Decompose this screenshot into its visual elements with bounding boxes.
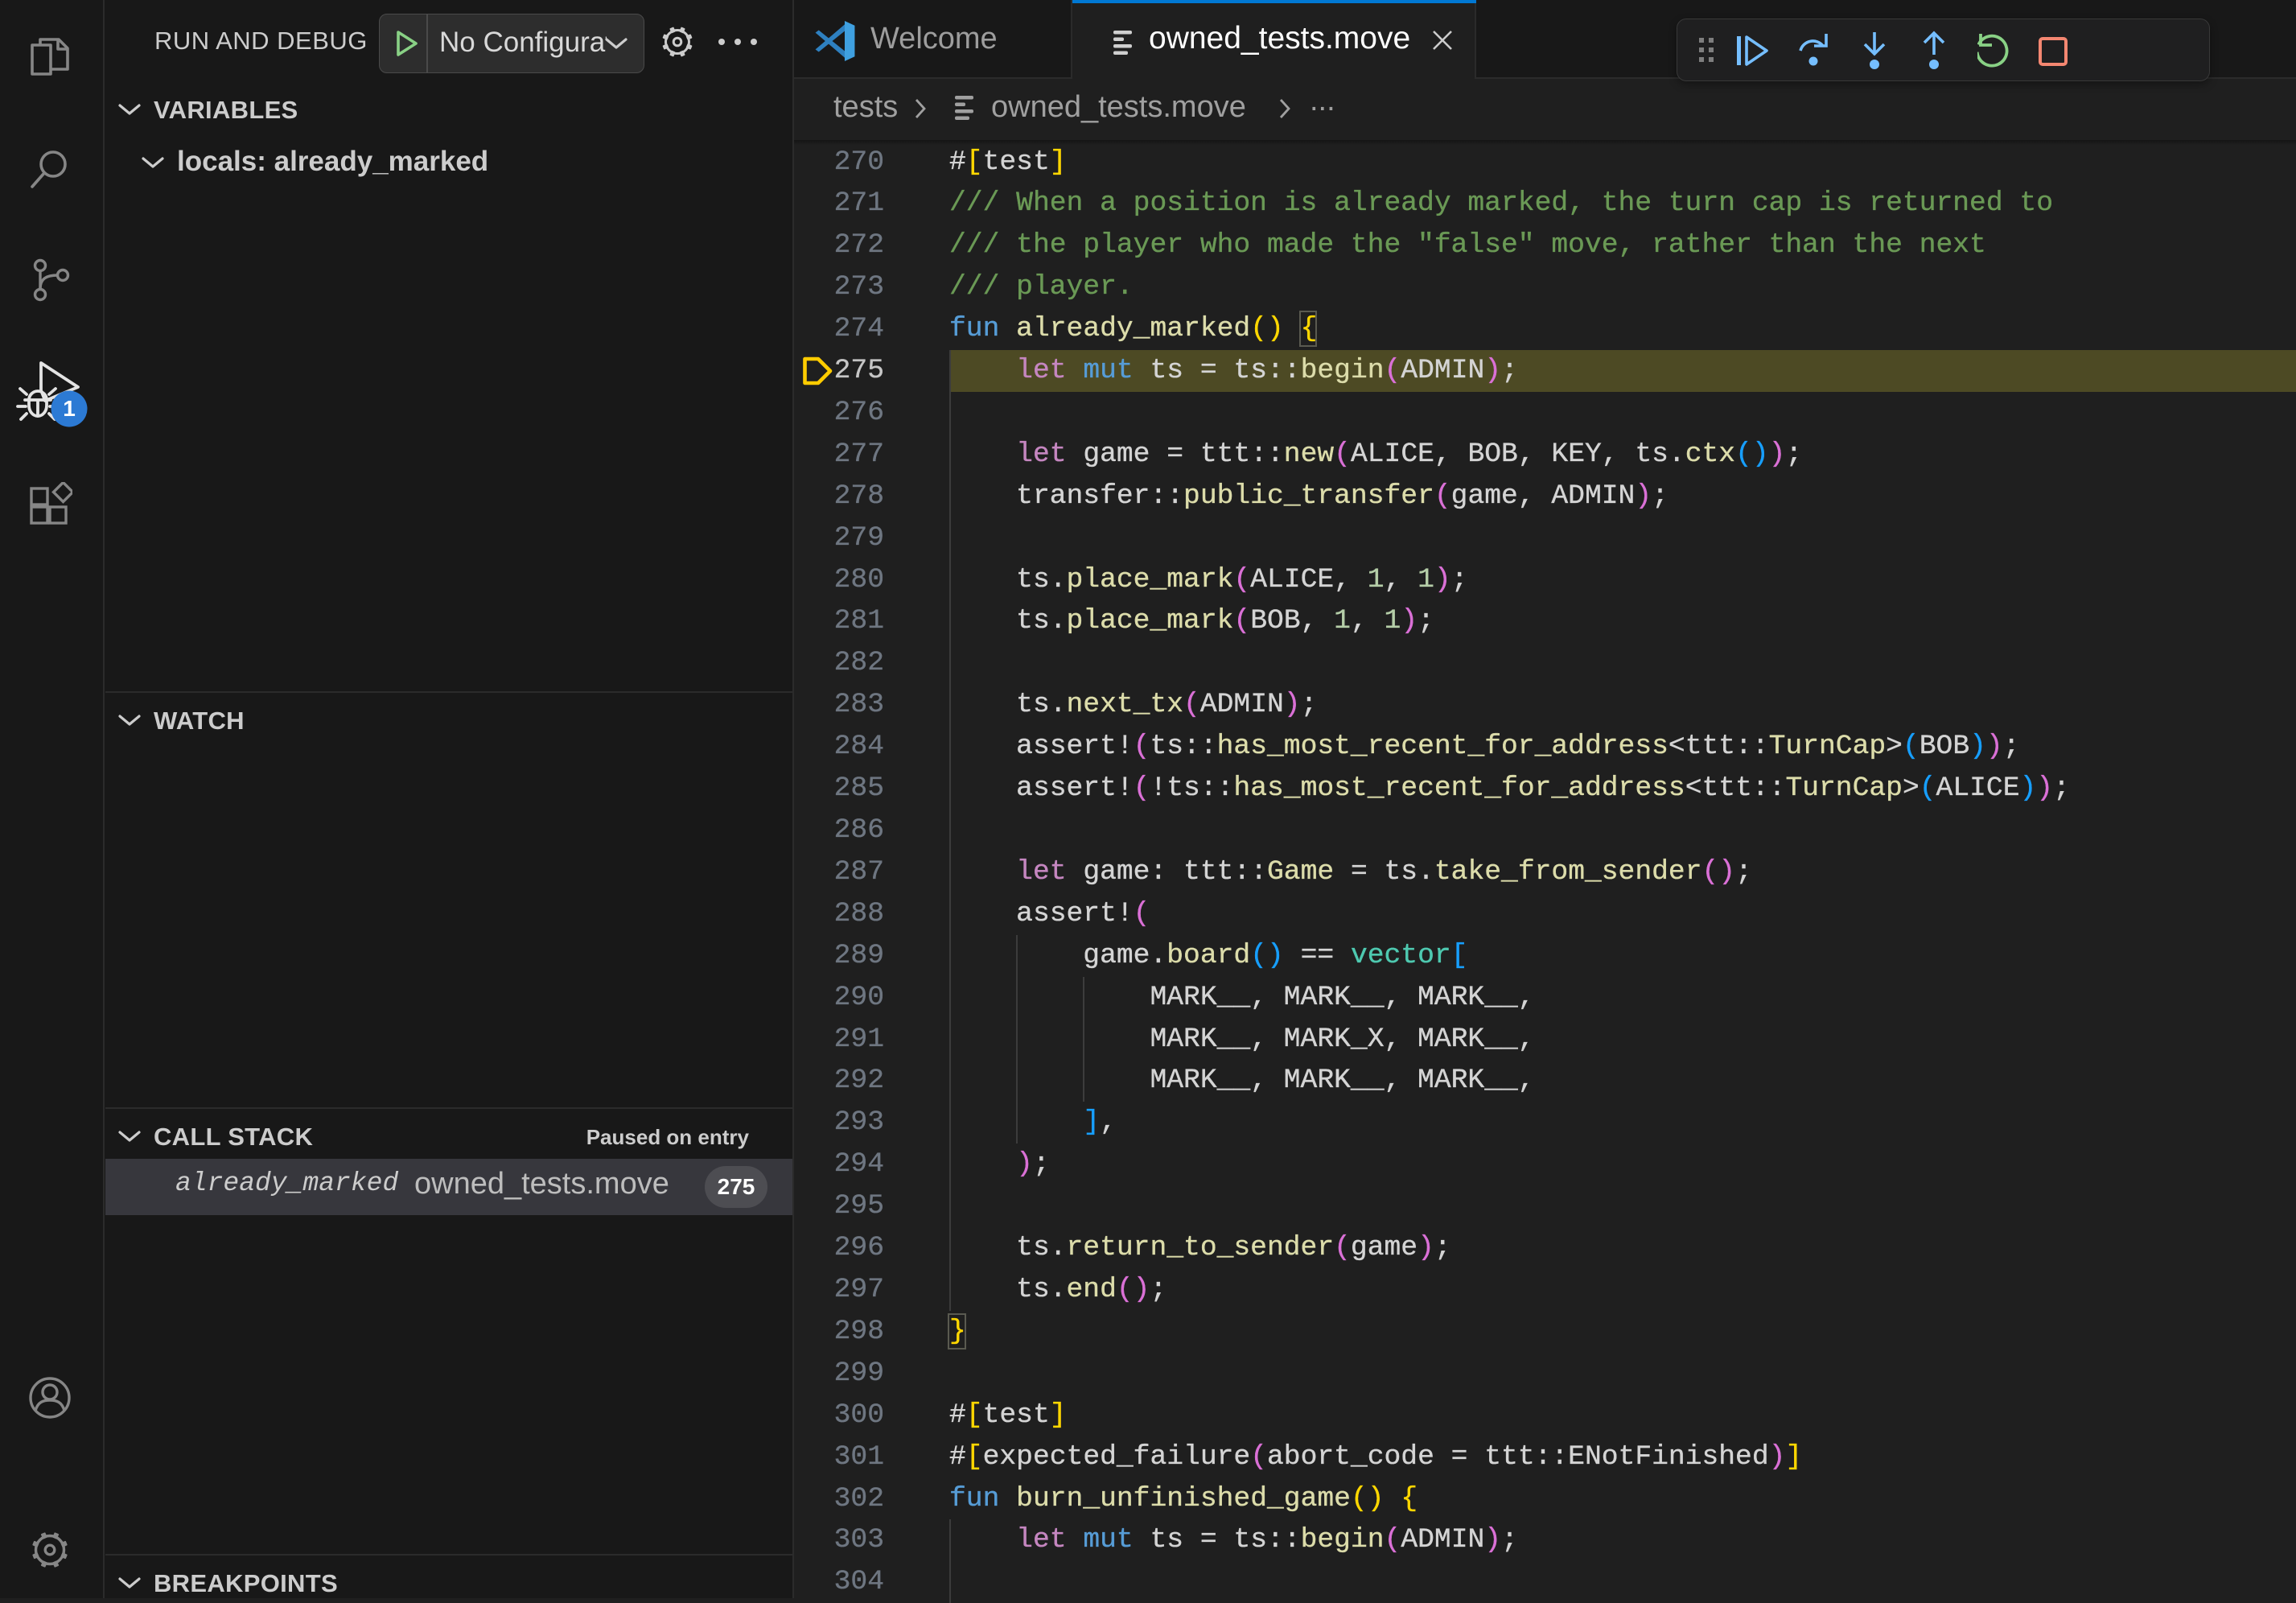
svg-text:1: 1 (63, 396, 76, 421)
